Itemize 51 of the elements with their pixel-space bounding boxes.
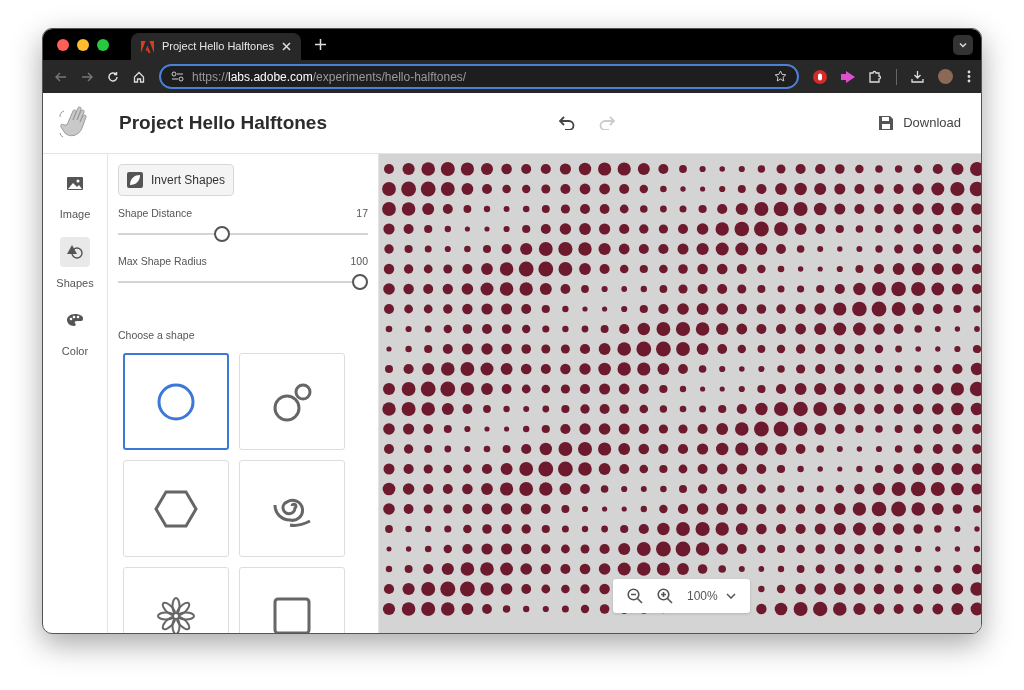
puzzle-icon[interactable] (869, 70, 882, 83)
slider-label: Shape Distance (118, 206, 193, 221)
image-icon (67, 176, 83, 190)
slider-value: 100 (350, 253, 368, 269)
slider-handle[interactable] (352, 273, 368, 290)
undo-icon[interactable] (559, 116, 575, 130)
maximize-window-button[interactable] (97, 38, 109, 51)
download-button[interactable]: Download (879, 113, 961, 133)
back-arrow-icon[interactable] (55, 70, 67, 83)
sidebar-tab[interactable]: Shapes (56, 236, 94, 291)
download-icon[interactable] (911, 70, 924, 83)
shapes-icon (67, 244, 83, 259)
invert-icon (127, 172, 143, 188)
slider-track[interactable] (118, 225, 368, 242)
tab-list-icon[interactable] (953, 34, 973, 55)
menu-icon[interactable] (967, 70, 971, 83)
new-tab-icon[interactable] (315, 39, 326, 50)
hexagon-icon (154, 489, 198, 528)
section-heading: Choose a shape (118, 327, 196, 343)
hexagon-shape-option[interactable] (123, 460, 229, 558)
zoom-out-button[interactable] (627, 588, 643, 604)
zoom-in-button[interactable] (657, 588, 673, 604)
circle-icon (156, 381, 196, 422)
home-icon[interactable] (133, 70, 145, 83)
minimize-window-button[interactable] (77, 38, 89, 51)
reload-icon[interactable] (107, 70, 119, 83)
circle-shape-option[interactable] (123, 353, 229, 451)
slider-label: Max Shape Radius (118, 253, 207, 269)
invert-shapes-button[interactable]: Invert Shapes (118, 164, 235, 196)
sidebar-tab[interactable]: Image (59, 168, 91, 223)
palette-icon (66, 313, 84, 327)
star-icon[interactable] (774, 70, 787, 83)
site-logo-icon (141, 40, 154, 53)
spiral-shape-option[interactable] (239, 460, 345, 558)
forward-arrow-icon[interactable] (81, 70, 93, 83)
close-window-button[interactable] (57, 38, 69, 51)
chevron-down-icon (725, 593, 736, 599)
zoom-level-dropdown[interactable]: 100% (687, 587, 736, 605)
app-title: Project Hello Halftones (119, 111, 328, 135)
slider-track[interactable] (118, 273, 368, 290)
sidebar-tab[interactable]: Color (60, 305, 90, 360)
address-bar[interactable]: https://labs.adobe.com/experiments/hello-halftones/ (159, 64, 799, 89)
close-icon[interactable] (282, 42, 291, 51)
extension-icon[interactable] (813, 69, 827, 84)
avatar-icon[interactable] (938, 69, 953, 84)
bubbles-shape-option[interactable] (239, 353, 345, 451)
slider-value: 17 (356, 206, 368, 221)
flower-icon (156, 595, 196, 633)
site-settings-icon[interactable] (171, 71, 184, 82)
slider-handle[interactable] (213, 225, 230, 242)
bubbles-icon (272, 381, 312, 422)
